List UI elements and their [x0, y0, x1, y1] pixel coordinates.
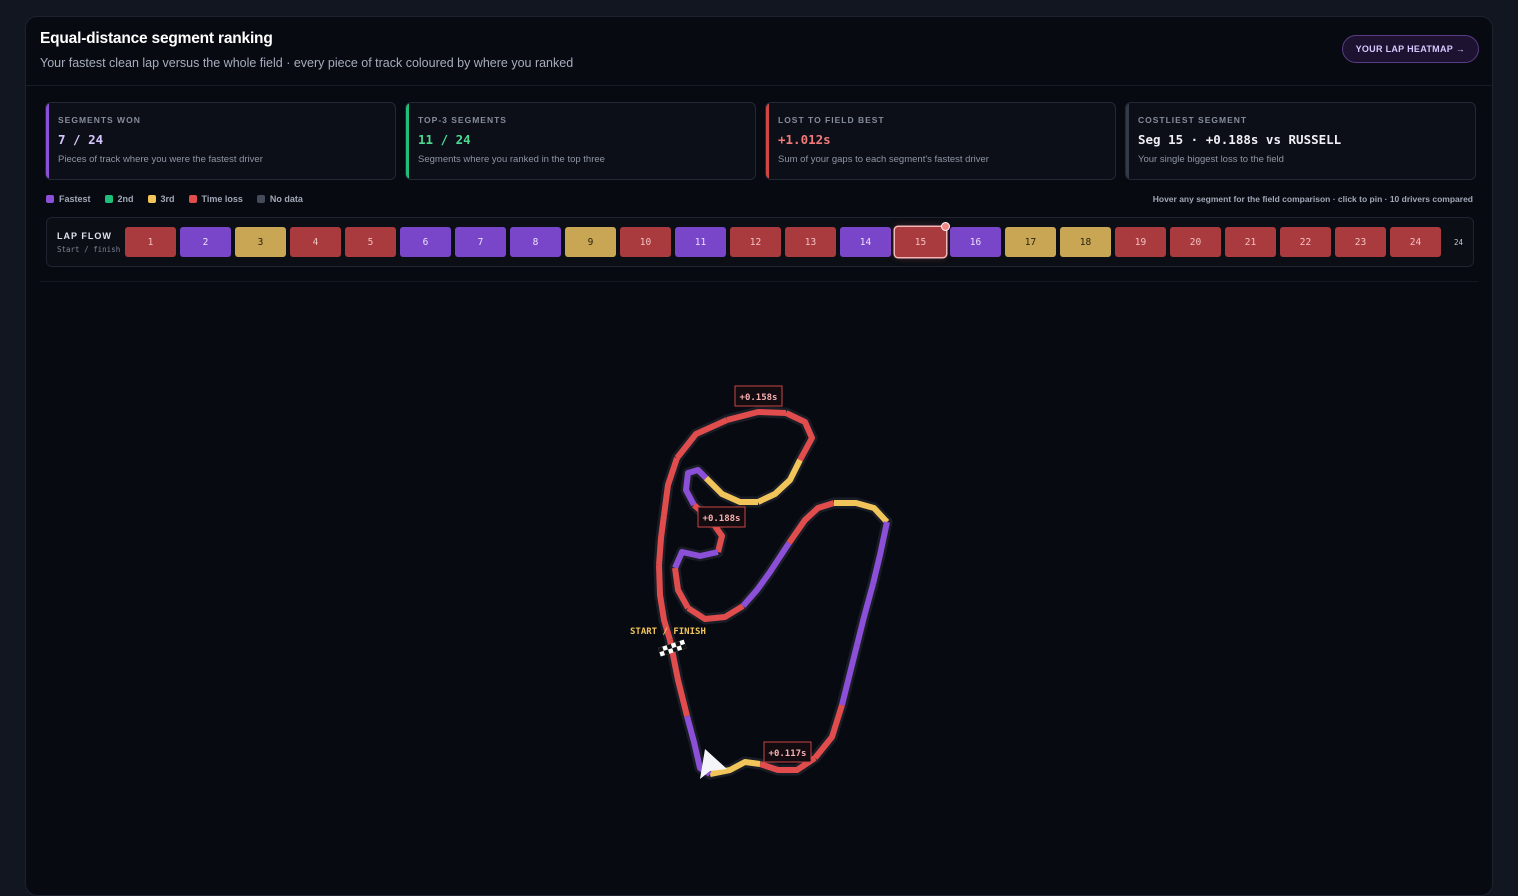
track-segments [653, 406, 893, 780]
callout-text: +0.117s [769, 749, 807, 759]
callout-box: +0.158s [734, 385, 783, 407]
callout-box: +0.117s [763, 741, 812, 763]
track-map[interactable]: START / FINISH +0.158s +0.188s +0.117s [0, 0, 1518, 867]
callout-text: +0.158s [740, 393, 778, 403]
callout-box: +0.188s [697, 506, 746, 528]
track-segment-14[interactable] [740, 541, 792, 608]
start-finish-label: START / FINISH [630, 627, 706, 637]
callout-text: +0.188s [703, 514, 741, 524]
